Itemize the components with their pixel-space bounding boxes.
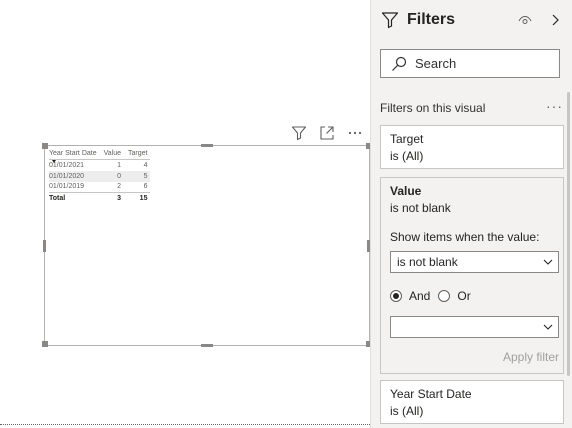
filters-pane-header: Filters: [381, 8, 565, 32]
resize-handle-top[interactable]: [201, 144, 213, 147]
column-header-year-start-date[interactable]: Year Start Date: [49, 149, 100, 163]
search-icon: [392, 56, 407, 71]
table-cell: 5: [124, 170, 151, 182]
filter-card-state: is (All): [390, 149, 424, 163]
table-total-row: Total 3 15: [49, 192, 151, 204]
filters-pane-title: Filters: [407, 11, 456, 28]
visual-header: [290, 124, 364, 142]
filter-card-value[interactable]: Value is not blank Show items when the v…: [380, 177, 564, 374]
show-items-label: Show items when the value:: [390, 230, 540, 244]
filter-card-name: Value: [390, 184, 422, 198]
table-cell: 0: [99, 170, 124, 182]
canvas-boundary: [0, 424, 370, 425]
filter-card-name: Year Start Date: [390, 387, 472, 401]
section-more-options[interactable]: ···: [546, 98, 563, 114]
or-label: Or: [457, 289, 471, 303]
report-canvas: Year Start Date Value Target 01/01/2021 …: [0, 0, 372, 428]
table-cell: Total: [49, 192, 100, 204]
more-options-icon[interactable]: [346, 124, 364, 142]
table-cell: 01/01/2019: [49, 183, 85, 191]
filter-card-state: is (All): [390, 404, 424, 418]
search-input[interactable]: Search: [380, 49, 560, 78]
table-cell: 4: [143, 161, 148, 169]
table-header-row: Year Start Date Value Target: [49, 149, 151, 163]
and-radio[interactable]: [390, 290, 402, 302]
chevron-right-icon[interactable]: [547, 12, 563, 28]
table-cell: 6: [143, 183, 148, 191]
column-header-value[interactable]: Value: [99, 149, 124, 160]
section-label-filters-on-visual: Filters on this visual: [380, 101, 486, 115]
and-label: And: [409, 289, 431, 303]
filter-card-state: is not blank: [390, 201, 451, 215]
scrollbar[interactable]: [567, 92, 570, 376]
table-row: 01/01/2020 0 5: [49, 170, 151, 182]
report-root: Year Start Date Value Target 01/01/2021 …: [0, 0, 572, 428]
table-cell: 3: [99, 192, 124, 204]
column-header-target[interactable]: Target: [124, 149, 151, 160]
table-cell: 2: [117, 183, 121, 191]
data-table: Year Start Date Value Target 01/01/2021 …: [49, 149, 151, 204]
table-row: 01/01/2019 2 6: [49, 182, 150, 193]
filter-card-name: Target: [390, 132, 424, 146]
filter-icon: [381, 12, 399, 29]
table-cell: 15: [124, 192, 151, 204]
filter-icon[interactable]: [290, 124, 308, 142]
resize-handle-top-left[interactable]: [42, 143, 48, 149]
second-condition-dropdown[interactable]: [390, 316, 559, 338]
logic-radio-group: And Or: [390, 289, 471, 303]
filters-pane: Filters Search Filters on this visual ··…: [370, 0, 572, 428]
resize-handle-left[interactable]: [43, 240, 46, 252]
filter-card-year-start-date[interactable]: Year Start Date is (All): [380, 380, 564, 424]
apply-filter-button[interactable]: Apply filter: [503, 350, 559, 364]
condition-dropdown-value: is not blank: [397, 255, 458, 269]
table-cell: 01/01/2021: [49, 161, 85, 169]
sort-descending-icon: [52, 160, 56, 163]
table-cell: 01/01/2020: [49, 170, 100, 182]
focus-mode-icon[interactable]: [318, 124, 336, 142]
filter-card-target[interactable]: Target is (All): [380, 125, 564, 169]
table-row: 01/01/2021 1 4: [49, 160, 150, 171]
condition-dropdown[interactable]: is not blank: [390, 251, 559, 273]
resize-handle-bottom[interactable]: [201, 344, 213, 347]
eye-icon[interactable]: [517, 12, 533, 28]
resize-handle-bottom-left[interactable]: [42, 341, 48, 347]
search-placeholder: Search: [415, 56, 457, 71]
chevron-down-icon: [543, 324, 553, 330]
or-radio[interactable]: [438, 290, 451, 302]
chevron-down-icon: [543, 259, 553, 265]
table-cell: 1: [117, 161, 121, 169]
